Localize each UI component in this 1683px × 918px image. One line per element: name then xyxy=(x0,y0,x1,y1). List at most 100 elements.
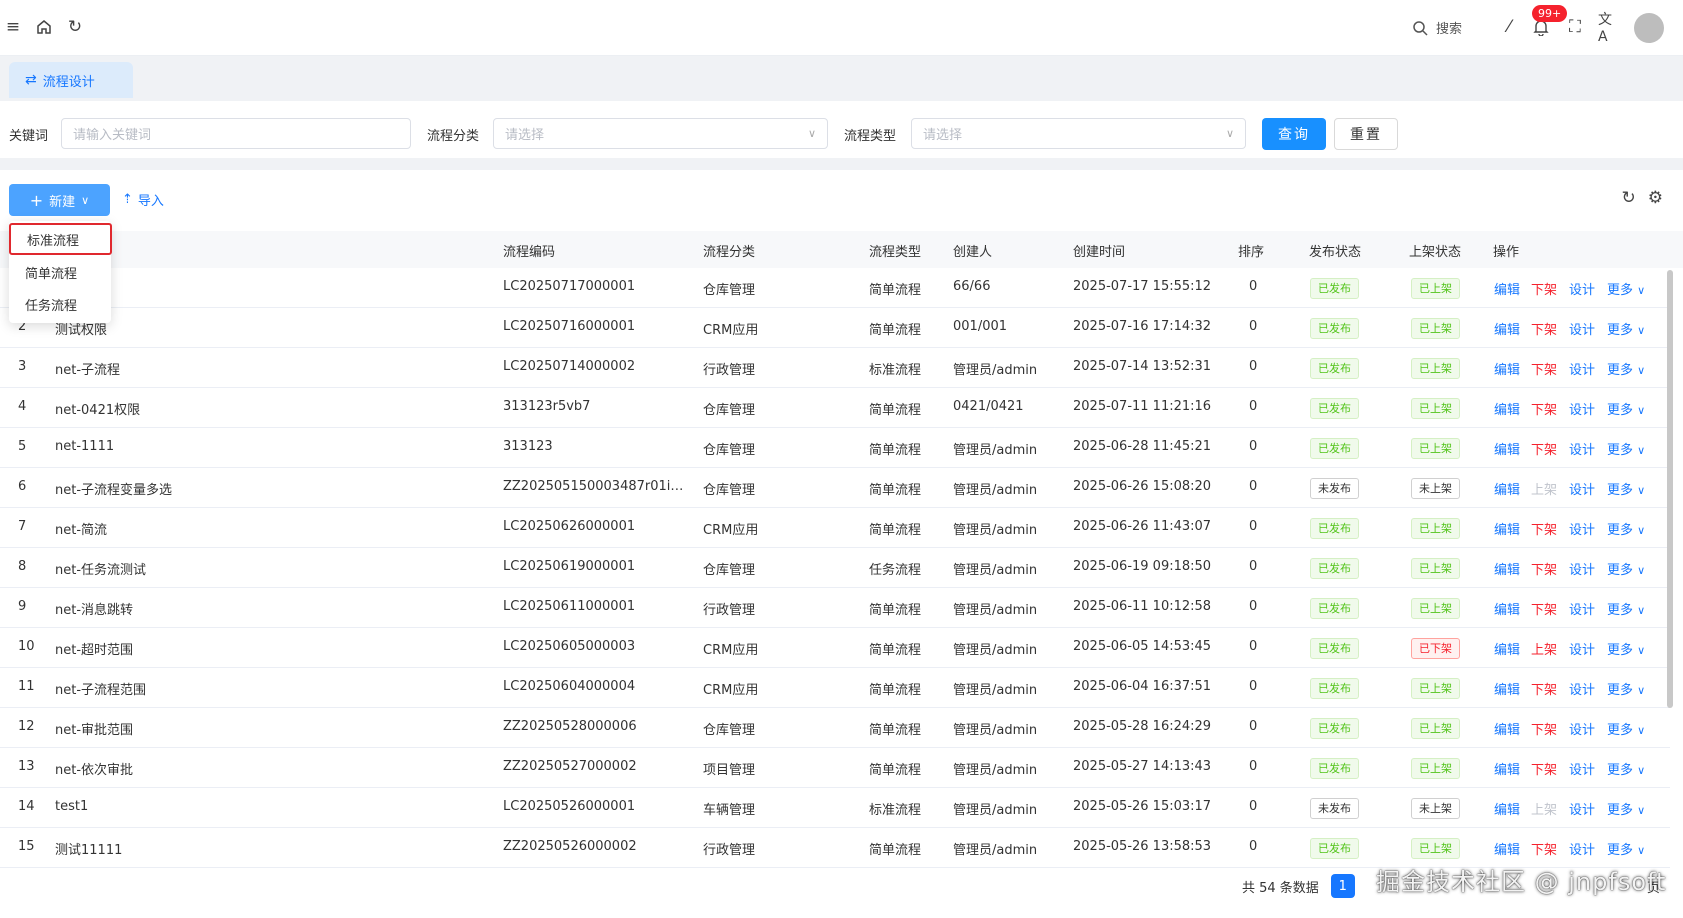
design-link[interactable]: 设计 xyxy=(1569,319,1595,338)
chevron-down-icon: ∨ xyxy=(1637,284,1646,297)
shelf-status-badge: 未上架 xyxy=(1411,478,1460,499)
dropdown-item-standard[interactable]: 标准流程 xyxy=(9,223,112,255)
design-link[interactable]: 设计 xyxy=(1569,559,1595,578)
more-link[interactable]: 更多 ∨ xyxy=(1607,519,1645,538)
row-index: 3 xyxy=(18,359,27,374)
toggle-shelf-link[interactable]: 下架 xyxy=(1531,399,1557,418)
toggle-shelf-link[interactable]: 下架 xyxy=(1531,839,1557,858)
more-link[interactable]: 更多 ∨ xyxy=(1607,439,1645,458)
design-link[interactable]: 设计 xyxy=(1569,759,1595,778)
more-link[interactable]: 更多 ∨ xyxy=(1607,319,1645,338)
design-link[interactable]: 设计 xyxy=(1569,439,1595,458)
more-link[interactable]: 更多 ∨ xyxy=(1607,599,1645,618)
design-link[interactable]: 设计 xyxy=(1569,799,1595,818)
edit-link[interactable]: 编辑 xyxy=(1494,279,1520,298)
edit-link[interactable]: 编辑 xyxy=(1494,319,1520,338)
toggle-shelf-link[interactable]: 下架 xyxy=(1531,559,1557,578)
more-link[interactable]: 更多 ∨ xyxy=(1607,279,1645,298)
row-category: CRM应用 xyxy=(703,323,759,338)
design-link[interactable]: 设计 xyxy=(1569,359,1595,378)
menu-icon[interactable]: ≡ xyxy=(2,16,24,38)
row-sort: 0 xyxy=(1249,279,1258,294)
toggle-shelf-link[interactable]: 下架 xyxy=(1531,679,1557,698)
edit-link[interactable]: 编辑 xyxy=(1494,359,1520,378)
more-link[interactable]: 更多 ∨ xyxy=(1607,679,1645,698)
toggle-shelf-link[interactable]: 上架 xyxy=(1531,639,1557,658)
more-link[interactable]: 更多 ∨ xyxy=(1607,399,1645,418)
edit-link[interactable]: 编辑 xyxy=(1494,839,1520,858)
more-link[interactable]: 更多 ∨ xyxy=(1607,719,1645,738)
more-label: 更多 xyxy=(1607,483,1634,498)
design-link[interactable]: 设计 xyxy=(1569,399,1595,418)
more-link[interactable]: 更多 ∨ xyxy=(1607,559,1645,578)
toggle-shelf-link[interactable]: 上架 xyxy=(1531,479,1557,498)
row-sort: 0 xyxy=(1249,719,1258,734)
edit-link[interactable]: 编辑 xyxy=(1494,679,1520,698)
edit-link[interactable]: 编辑 xyxy=(1494,759,1520,778)
design-link[interactable]: 设计 xyxy=(1569,519,1595,538)
more-link[interactable]: 更多 ∨ xyxy=(1607,799,1645,818)
reload-icon[interactable]: ↻ xyxy=(1622,188,1636,208)
gear-icon[interactable]: ⚙ xyxy=(1648,188,1663,208)
design-link[interactable]: 设计 xyxy=(1569,599,1595,618)
design-link[interactable]: 设计 xyxy=(1569,839,1595,858)
edit-link[interactable]: 编辑 xyxy=(1494,719,1520,738)
edit-link[interactable]: 编辑 xyxy=(1494,559,1520,578)
row-category: CRM应用 xyxy=(703,643,759,658)
toggle-shelf-link[interactable]: 下架 xyxy=(1531,599,1557,618)
home-icon[interactable] xyxy=(33,16,55,38)
toggle-shelf-link[interactable]: 下架 xyxy=(1531,319,1557,338)
toggle-shelf-link[interactable]: 下架 xyxy=(1531,279,1557,298)
row-code: LC20250714000002 xyxy=(503,359,636,374)
swap-icon: ⇄ xyxy=(25,72,37,88)
dropdown-item-simple[interactable]: 简单流程 xyxy=(9,257,111,287)
toggle-shelf-link[interactable]: 下架 xyxy=(1531,759,1557,778)
design-link[interactable]: 设计 xyxy=(1569,639,1595,658)
edit-link[interactable]: 编辑 xyxy=(1494,479,1520,498)
more-link[interactable]: 更多 ∨ xyxy=(1607,839,1645,858)
scrollbar[interactable] xyxy=(1667,270,1673,708)
row-index: 8 xyxy=(18,559,27,574)
category-select[interactable]: 请选择 ∨ xyxy=(493,118,828,149)
toggle-shelf-link[interactable]: 下架 xyxy=(1531,719,1557,738)
fullscreen-icon[interactable]: ⛶ xyxy=(1564,16,1586,38)
edit-link[interactable]: 编辑 xyxy=(1494,399,1520,418)
reset-button[interactable]: 重置 xyxy=(1334,118,1398,150)
translate-icon[interactable]: 文A xyxy=(1598,12,1620,45)
toggle-shelf-link[interactable]: 下架 xyxy=(1531,519,1557,538)
more-link[interactable]: 更多 ∨ xyxy=(1607,759,1645,778)
more-link[interactable]: 更多 ∨ xyxy=(1607,639,1645,658)
edit-link[interactable]: 编辑 xyxy=(1494,519,1520,538)
keyword-input[interactable]: 请输入关键词 xyxy=(61,118,411,149)
page-1-button[interactable]: 1 xyxy=(1330,874,1355,898)
query-button[interactable]: 查询 xyxy=(1262,118,1326,150)
row-creator: 管理员/admin xyxy=(953,643,1038,658)
row-sort: 0 xyxy=(1249,359,1258,374)
row-created: 2025-07-14 13:52:31 xyxy=(1073,359,1212,374)
magic-icon[interactable]: ⁄ xyxy=(1498,16,1520,38)
tab-process-design[interactable]: ⇄ 流程设计 xyxy=(9,62,133,98)
row-type: 简单流程 xyxy=(869,323,922,338)
refresh-icon[interactable]: ↻ xyxy=(64,16,86,38)
design-link[interactable]: 设计 xyxy=(1569,719,1595,738)
shelf-status-badge: 已上架 xyxy=(1411,438,1460,459)
import-button[interactable]: ⇡ 导入 xyxy=(122,190,164,209)
more-link[interactable]: 更多 ∨ xyxy=(1607,359,1645,378)
design-link[interactable]: 设计 xyxy=(1569,479,1595,498)
type-select[interactable]: 请选择 ∨ xyxy=(911,118,1246,149)
dropdown-item-task[interactable]: 任务流程 xyxy=(9,289,111,319)
toggle-shelf-link[interactable]: 下架 xyxy=(1531,359,1557,378)
toggle-shelf-link[interactable]: 上架 xyxy=(1531,799,1557,818)
design-link[interactable]: 设计 xyxy=(1569,279,1595,298)
shelf-status-badge: 已上架 xyxy=(1411,558,1460,579)
edit-link[interactable]: 编辑 xyxy=(1494,639,1520,658)
new-button[interactable]: + 新建 ∨ xyxy=(9,184,110,216)
edit-link[interactable]: 编辑 xyxy=(1494,799,1520,818)
header-search[interactable]: 搜索 xyxy=(1412,18,1462,37)
avatar[interactable] xyxy=(1634,13,1664,43)
more-link[interactable]: 更多 ∨ xyxy=(1607,479,1645,498)
design-link[interactable]: 设计 xyxy=(1569,679,1595,698)
edit-link[interactable]: 编辑 xyxy=(1494,439,1520,458)
edit-link[interactable]: 编辑 xyxy=(1494,599,1520,618)
toggle-shelf-link[interactable]: 下架 xyxy=(1531,439,1557,458)
